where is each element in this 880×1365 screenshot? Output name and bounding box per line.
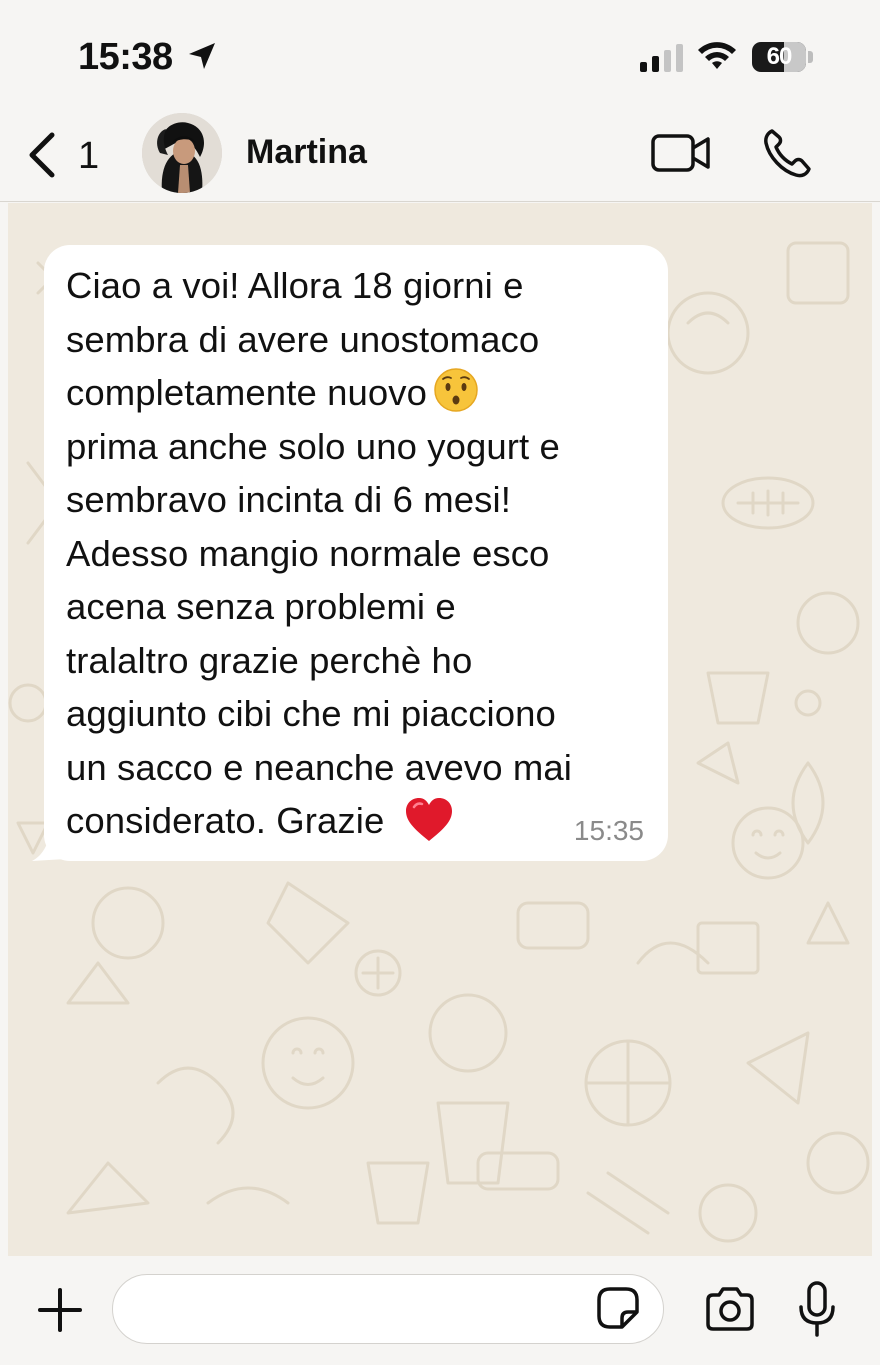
- status-time: 15:38: [78, 36, 173, 78]
- message-line: un sacco e neanche avevo mai: [66, 746, 573, 788]
- message-bubble[interactable]: Ciao a voi! Allora 18 giorni e sembra di…: [44, 245, 668, 861]
- message-line: completamente nuovo: [66, 366, 656, 420]
- signal-bars-icon: [640, 44, 683, 72]
- chat-area[interactable]: Ciao a voi! Allora 18 giorni e sembra di…: [8, 203, 872, 1256]
- chat-header: 1 Martina: [0, 105, 880, 202]
- message-line: considerato. Grazie: [66, 794, 656, 848]
- bubble-tail: [32, 823, 66, 861]
- location-arrow-icon: [189, 43, 215, 69]
- message-line-text: completamente nuovo: [66, 372, 428, 413]
- message-timestamp: 15:35: [573, 815, 644, 846]
- contact-name[interactable]: Martina: [246, 133, 367, 172]
- unread-count: 1: [78, 135, 100, 177]
- battery-level: 60: [766, 43, 793, 70]
- message-line: aggiunto cibi che mi piacciono: [66, 693, 556, 734]
- message-line: Adesso mangio normale esco: [66, 532, 550, 574]
- camera-icon[interactable]: [704, 1286, 756, 1332]
- input-bar: [0, 1256, 880, 1365]
- battery-icon: 60: [752, 42, 806, 72]
- avatar[interactable]: [142, 113, 222, 193]
- message-line: Ciao a voi! Allora 18 giorni e: [66, 265, 524, 306]
- message-text: Ciao a voi! Allora 18 giorni e sembra di…: [66, 259, 656, 848]
- message-line: tralaltro grazie perchè ho: [66, 639, 473, 681]
- microphone-icon[interactable]: [798, 1280, 836, 1338]
- plus-icon[interactable]: [36, 1286, 84, 1334]
- red-heart-emoji: [406, 798, 453, 841]
- wifi-icon: [698, 42, 736, 69]
- message-line-text: considerato. Grazie: [66, 800, 385, 841]
- message-line: prima anche solo uno yogurt e: [66, 425, 560, 467]
- message-input[interactable]: [112, 1274, 664, 1344]
- chevron-left-icon: [29, 132, 55, 178]
- avatar-image: [142, 113, 222, 193]
- message-line: sembravo incinta di 6 mesi!: [66, 479, 511, 520]
- message-line: acena senza problemi e: [66, 586, 456, 627]
- back-button[interactable]: 1: [22, 127, 112, 183]
- phone-call-button[interactable]: [762, 127, 812, 179]
- message-line: sembra di avere unostomaco: [66, 318, 540, 360]
- hushed-face-emoji: [434, 368, 478, 412]
- sticker-icon[interactable]: [596, 1286, 640, 1330]
- video-call-button[interactable]: [650, 131, 712, 175]
- battery-cap: [808, 51, 813, 63]
- status-bar: 15:38 60: [0, 0, 880, 105]
